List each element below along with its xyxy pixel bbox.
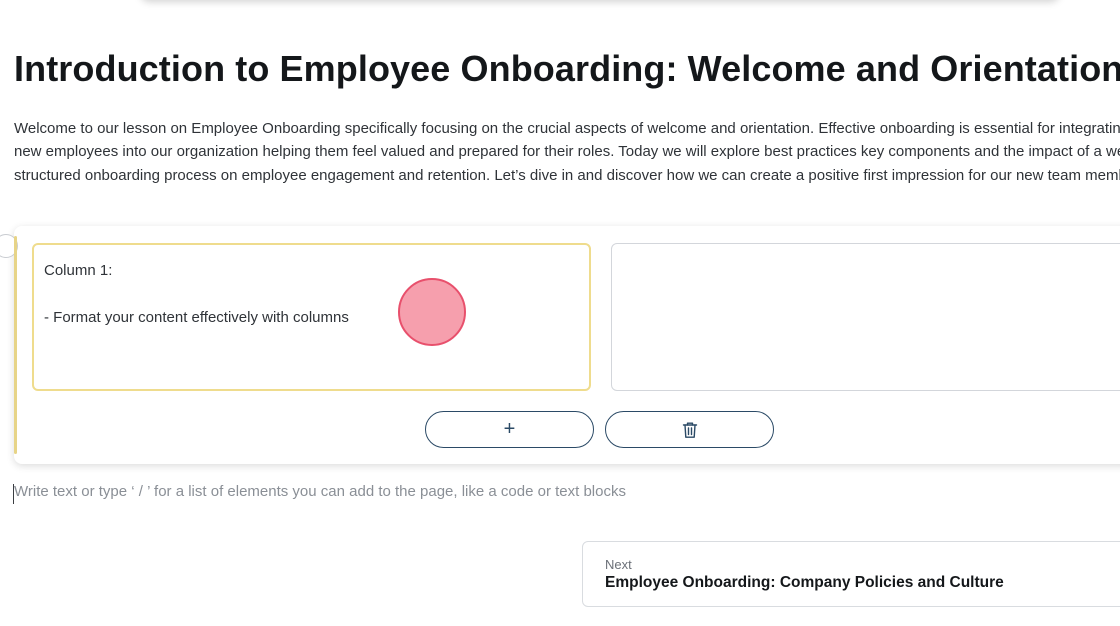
add-column-button[interactable]: + [425,411,594,448]
plus-icon: + [503,418,516,440]
delete-column-button[interactable] [605,411,774,448]
page-title[interactable]: Introduction to Employee Onboarding: Wel… [14,48,1120,90]
click-indicator [398,278,466,346]
editor-placeholder[interactable]: Write text or type ‘ / ’ for a list of e… [14,483,626,500]
column-1-blank-line [44,283,349,307]
trash-icon [682,422,697,438]
column-1-heading: Column 1: [44,262,113,279]
next-label: Next [605,557,632,572]
column-1-content[interactable]: Column 1: - Format your content effectiv… [44,259,349,330]
block-selection-bar [14,236,17,454]
column-1-line: - Format your content effectively with c… [44,309,349,326]
next-lesson-title: Employee Onboarding: Company Policies an… [605,574,1004,591]
lesson-editor-page: Introduction to Employee Onboarding: Wel… [0,0,1120,626]
next-lesson-card[interactable]: Next Employee Onboarding: Company Polici… [582,541,1120,607]
column-2[interactable] [611,243,1120,391]
column-1[interactable]: Column 1: - Format your content effectiv… [32,243,591,391]
columns-block[interactable]: Column 1: - Format your content effectiv… [0,226,1120,464]
intro-paragraph[interactable]: Welcome to our lesson on Employee Onboar… [14,117,1120,187]
